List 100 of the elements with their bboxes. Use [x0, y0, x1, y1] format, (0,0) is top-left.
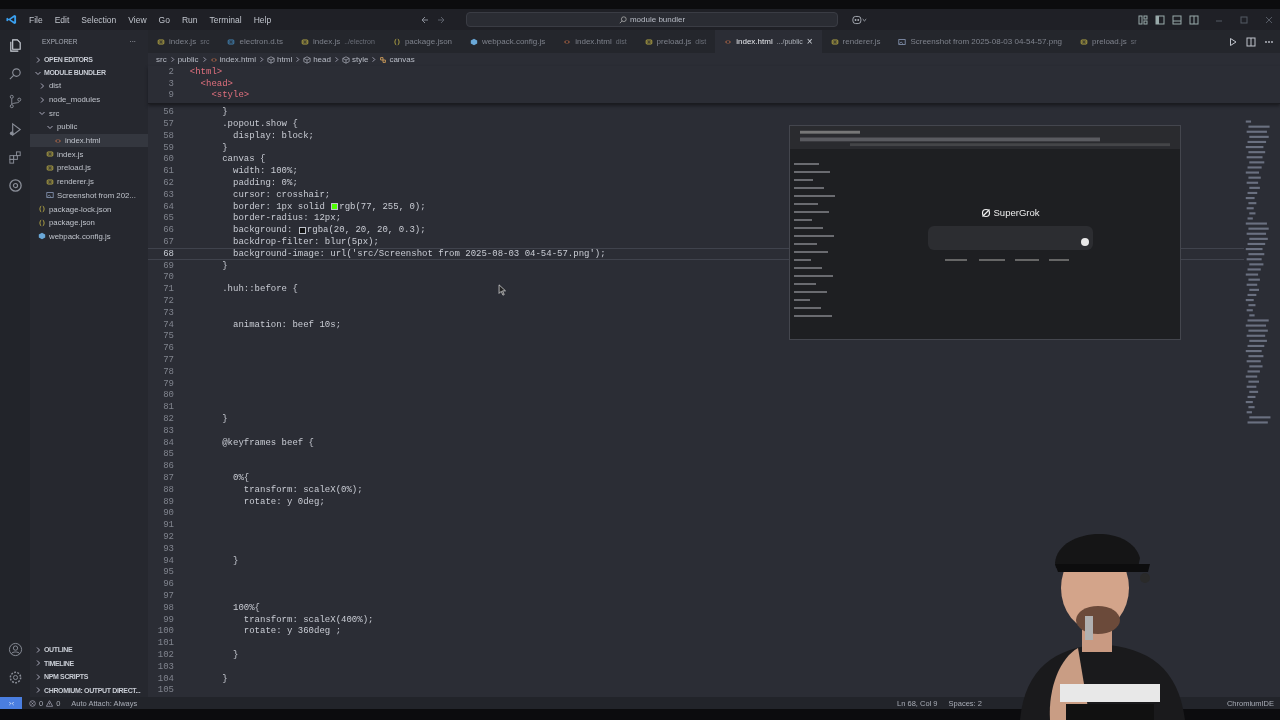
cube-outline-icon [341, 55, 350, 64]
menu-item[interactable]: File [29, 14, 43, 25]
code-text: border: 1px solid [232, 201, 326, 212]
cube-outline-icon [303, 55, 312, 64]
code-text: } [232, 555, 239, 566]
color-swatch-icon[interactable] [298, 226, 306, 234]
line-number: 92 [162, 531, 175, 542]
forward-arrow-icon[interactable] [436, 14, 446, 25]
line-number: 99 [162, 614, 175, 625]
editor-tab[interactable]: Screenshot from 2025-08-03 04-54-57.png [889, 30, 1072, 53]
line-number: 85 [162, 449, 175, 460]
line-number: 95 [162, 567, 175, 578]
line-number: 104 [156, 673, 175, 684]
line-number: 58 [162, 130, 175, 141]
menu-item[interactable]: Run [181, 14, 198, 25]
code-text: animation: beef 10s; [232, 319, 342, 330]
code-text: <head> [199, 78, 233, 89]
menu-item[interactable]: Go [158, 14, 170, 25]
line-number: 74 [162, 319, 175, 330]
code-text: display: block; [232, 130, 315, 141]
close-icon[interactable] [1264, 14, 1274, 25]
line-number: 103 [156, 661, 175, 672]
search-icon [618, 15, 627, 24]
code-text: padding: 0%; [232, 178, 298, 189]
code-text: rgba(20, 20, 20, 0.3); [306, 225, 426, 236]
editor-tab[interactable]: electron.d.ts [218, 30, 293, 53]
files-icon[interactable] [7, 38, 23, 53]
code-text: rgb(77, 255, 0); [339, 201, 426, 212]
breadcrumb-item[interactable]: style [351, 55, 369, 64]
breadcrumb-item[interactable]: public [177, 55, 199, 64]
cube-outline-icon [267, 55, 276, 64]
line-number: 79 [162, 378, 175, 389]
breadcrumb-item[interactable]: canvas [389, 55, 415, 64]
run-debug-icon[interactable] [7, 122, 23, 137]
warning-icon[interactable] [46, 699, 54, 707]
line-number: 102 [156, 649, 175, 660]
run-icon[interactable] [1228, 36, 1238, 47]
editor-tab[interactable]: renderer.js [821, 30, 890, 53]
line-number: 61 [162, 166, 175, 177]
command-search-field[interactable]: module bundler [466, 12, 838, 27]
extensions-icon[interactable] [7, 150, 23, 165]
chevron-icon [370, 56, 378, 63]
send-button-icon [1080, 238, 1089, 247]
line-number: 98 [162, 602, 175, 613]
browser-icon[interactable] [7, 178, 23, 193]
line-number: 96 [162, 579, 175, 590]
code-text: 100%{ [232, 602, 260, 613]
line-number: 60 [162, 154, 175, 165]
panel-toggle-icon[interactable] [1172, 14, 1182, 25]
search-icon[interactable] [7, 66, 23, 81]
breadcrumb-item[interactable]: head [313, 55, 331, 64]
breadcrumb-item[interactable]: index.html [219, 55, 257, 64]
line-number: 66 [162, 225, 175, 236]
editor-tab[interactable]: package.json [383, 30, 462, 53]
code-text: background-image: url('src/Screenshot from 2025-08-03 04-54-57.png'); [232, 248, 606, 259]
cube-icon [470, 37, 479, 46]
breadcrumb-item[interactable]: html [277, 55, 293, 64]
line-number: 65 [162, 213, 175, 224]
error-icon[interactable] [29, 699, 36, 707]
line-number: 83 [162, 425, 175, 436]
layout-icon[interactable] [1138, 14, 1148, 25]
cube-icon [38, 232, 46, 241]
copilot-icon[interactable] [852, 14, 868, 25]
code-text: @keyframes beef { [221, 437, 315, 448]
chevron-icon [258, 56, 266, 63]
code-text: } [221, 142, 228, 153]
symbol-icon [379, 55, 388, 64]
source-control-icon[interactable] [7, 94, 23, 109]
code-text: 0%{ [232, 473, 250, 483]
line-number: 105 [156, 685, 175, 696]
line-number: 82 [162, 414, 175, 424]
mouse-pointer-icon [498, 284, 507, 297]
line-number: 56 [162, 107, 175, 118]
split-toggle-icon[interactable] [1189, 14, 1199, 25]
menu-item[interactable]: Help [253, 14, 272, 25]
line-number: 59 [162, 142, 175, 153]
menu-item[interactable]: Selection [81, 14, 117, 25]
code-text: background: [232, 225, 294, 236]
sidebar-toggle-icon[interactable] [1155, 14, 1165, 25]
color-swatch-icon[interactable] [331, 203, 339, 211]
line-number: 64 [162, 201, 175, 212]
code-text: transform: scaleX(0%); [242, 484, 363, 495]
menu-item[interactable]: View [128, 14, 147, 25]
menu-item[interactable]: Edit [54, 14, 70, 25]
breadcrumb-item[interactable]: src [156, 55, 167, 64]
settings-icon[interactable] [7, 670, 23, 685]
chevron-icon [294, 56, 302, 63]
menu-item[interactable]: Terminal [209, 14, 242, 25]
braces-icon [38, 205, 46, 214]
account-icon[interactable] [7, 642, 23, 657]
split-editor-icon[interactable] [1246, 36, 1256, 47]
chevron-icon [200, 56, 208, 63]
back-arrow-icon[interactable] [420, 14, 430, 25]
code-text: .popout.show { [221, 119, 298, 130]
code-text: <style> [210, 90, 250, 101]
image-file-icon [898, 37, 907, 46]
image-file-icon [46, 191, 54, 200]
line-number: 84 [162, 437, 175, 448]
editor-tab[interactable]: webpack.config.js [461, 30, 555, 53]
line-number: 89 [162, 496, 175, 507]
